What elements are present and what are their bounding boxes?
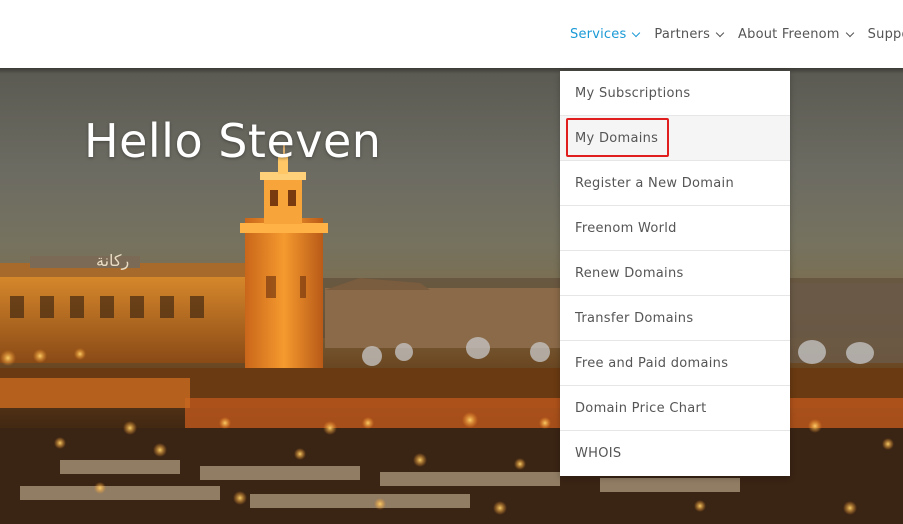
- chevron-down-icon: [845, 28, 854, 37]
- menu-item-whois[interactable]: WHOIS: [560, 431, 790, 476]
- nav-support[interactable]: Support: [868, 0, 903, 68]
- chevron-down-icon: [715, 28, 725, 37]
- nav-partners[interactable]: Partners: [654, 0, 725, 68]
- nav-partners-label: Partners: [654, 26, 711, 42]
- menu-item-renew-domains[interactable]: Renew Domains: [560, 251, 790, 296]
- menu-item-my-subscriptions[interactable]: My Subscriptions: [560, 71, 790, 116]
- top-navigation-bar: Services Partners About Freenom Support: [0, 0, 903, 72]
- menu-item-domain-price-chart[interactable]: Domain Price Chart: [560, 386, 790, 431]
- chevron-down-icon: [632, 28, 641, 37]
- nav-services[interactable]: Services: [560, 0, 650, 72]
- nav-support-label: Support: [867, 26, 903, 42]
- greeting-heading: Hello Steven: [84, 114, 382, 168]
- menu-item-freenom-world[interactable]: Freenom World: [560, 206, 790, 251]
- services-dropdown-menu: My Subscriptions My Domains Register a N…: [560, 71, 790, 476]
- main-nav: Services Partners About Freenom Support: [560, 0, 903, 72]
- arabic-sign-text: ركانة: [96, 251, 129, 271]
- menu-item-transfer-domains[interactable]: Transfer Domains: [560, 296, 790, 341]
- menu-item-free-and-paid-domains[interactable]: Free and Paid domains: [560, 341, 790, 386]
- menu-item-my-domains[interactable]: My Domains: [560, 116, 790, 161]
- nav-about-label: About Freenom: [738, 26, 840, 42]
- nav-about-freenom[interactable]: About Freenom: [738, 0, 854, 68]
- menu-item-register-new-domain[interactable]: Register a New Domain: [560, 161, 790, 206]
- nav-services-label: Services: [570, 26, 627, 42]
